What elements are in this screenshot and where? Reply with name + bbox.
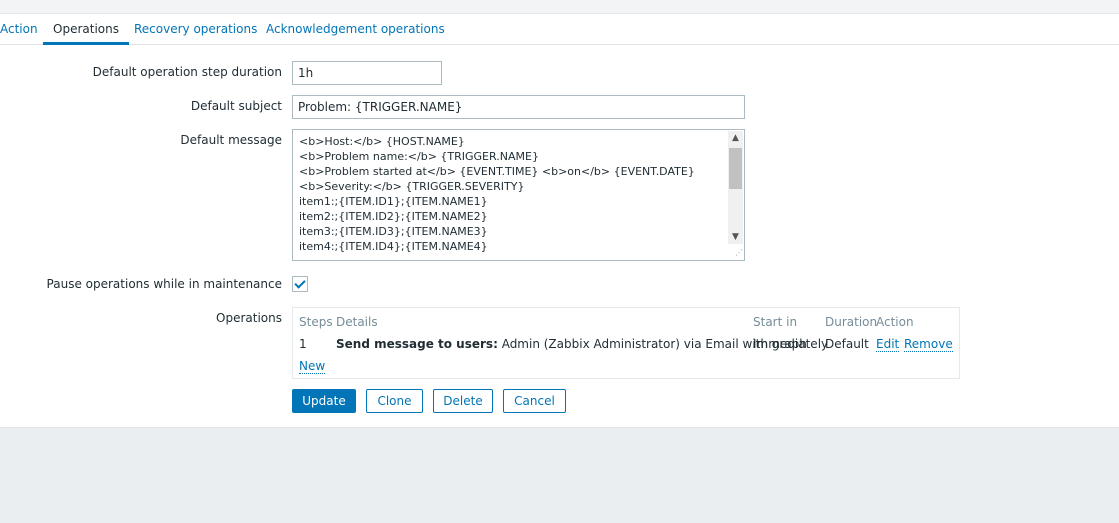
new-operation-link[interactable]: New — [299, 359, 326, 374]
message-line: <b>Problem name:</b> {TRIGGER.NAME} — [299, 150, 539, 163]
message-label: Default message — [180, 133, 282, 147]
header-steps: Steps — [299, 315, 333, 329]
tab-operations[interactable]: Operations — [43, 21, 129, 45]
top-strip — [0, 0, 1119, 14]
message-line: <b>Host:</b> {HOST.NAME} — [299, 135, 465, 148]
step-duration-input[interactable] — [292, 61, 442, 85]
resize-grip-icon[interactable]: ⋰ — [731, 247, 743, 259]
form-panel: Action Operations Recovery operations Ac… — [0, 14, 1119, 428]
update-button[interactable]: Update — [292, 389, 356, 413]
message-text: <b>Host:</b> {HOST.NAME} <b>Problem name… — [299, 134, 726, 254]
chevron-up-icon[interactable]: ▲ — [728, 131, 743, 145]
check-icon — [294, 277, 306, 289]
message-line: <b>Problem started at</b> {EVENT.TIME} <… — [299, 165, 695, 178]
message-scrollbar[interactable]: ▲ ▼ — [728, 131, 743, 244]
pause-checkbox[interactable] — [292, 276, 308, 292]
scrollbar-thumb[interactable] — [729, 148, 742, 189]
row-details: Send message to users: Admin (Zabbix Adm… — [336, 337, 807, 351]
chevron-down-icon[interactable]: ▼ — [728, 230, 743, 244]
tab-bar: Action Operations Recovery operations Ac… — [0, 14, 1119, 45]
tab-recovery-operations[interactable]: Recovery operations — [134, 21, 257, 45]
header-details: Details — [336, 315, 378, 329]
cancel-button[interactable]: Cancel — [503, 389, 566, 413]
message-line: item1:;{ITEM.ID1};{ITEM.NAME1} — [299, 195, 488, 208]
subject-label: Default subject — [190, 99, 282, 113]
row-duration: Default — [825, 337, 869, 351]
message-textarea[interactable]: <b>Host:</b> {HOST.NAME} <b>Problem name… — [292, 129, 745, 261]
row-steps: 1 — [299, 337, 307, 351]
header-action: Action — [876, 315, 914, 329]
message-line: item2:;{ITEM.ID2};{ITEM.NAME2} — [299, 210, 488, 223]
row-details-bold: Send message to users: — [336, 337, 498, 351]
message-line: item4:;{ITEM.ID4};{ITEM.NAME4} — [299, 240, 488, 253]
tab-acknowledgement-operations[interactable]: Acknowledgement operations — [266, 21, 445, 45]
pause-label: Pause operations while in maintenance — [46, 277, 282, 291]
header-start-in: Start in — [753, 315, 798, 329]
message-line: item3:;{ITEM.ID3};{ITEM.NAME3} — [299, 225, 488, 238]
edit-link[interactable]: Edit — [876, 337, 900, 352]
subject-input[interactable] — [292, 95, 745, 119]
step-duration-label: Default operation step duration — [92, 65, 282, 79]
header-duration: Duration — [825, 315, 878, 329]
message-line: <b>Severity:</b> {TRIGGER.SEVERITY} — [299, 180, 525, 193]
delete-button[interactable]: Delete — [433, 389, 493, 413]
operations-label: Operations — [216, 311, 282, 325]
remove-link[interactable]: Remove — [904, 337, 953, 352]
tab-action[interactable]: Action — [0, 21, 38, 45]
clone-button[interactable]: Clone — [366, 389, 423, 413]
operations-table: Steps Details Start in Duration Action 1… — [292, 307, 960, 379]
row-start-in: Immediately — [753, 337, 829, 351]
